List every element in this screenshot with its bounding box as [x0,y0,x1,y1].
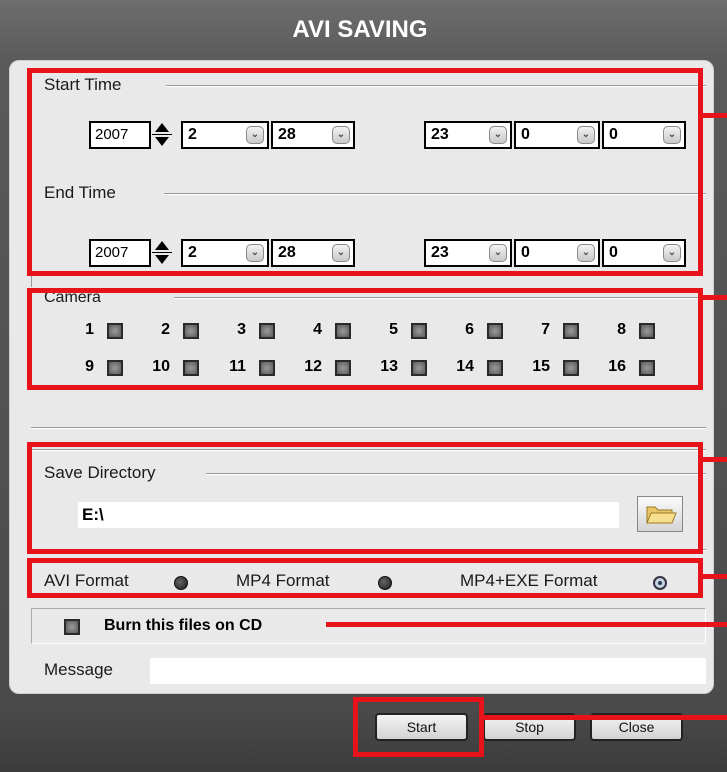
annotation-pointer-save-directory [703,457,727,462]
annotation-box-format [27,558,703,598]
burn-cd-checkbox[interactable] [64,619,80,635]
annotation-pointer-camera [703,295,727,300]
annotation-pointer-burn-cd [326,622,727,627]
burn-cd-label: Burn this files on CD [104,617,263,634]
window-title: AVI SAVING [292,16,428,43]
annotation-box-camera [27,288,703,390]
message-field [150,658,706,684]
annotation-pointer-format [703,574,727,579]
annotation-box-start [353,697,484,757]
annotation-box-time [27,68,703,276]
message-label: Message [44,660,113,679]
annotation-pointer-start [484,715,727,720]
annotation-box-save-directory [27,442,703,554]
annotation-pointer-time [703,113,727,118]
